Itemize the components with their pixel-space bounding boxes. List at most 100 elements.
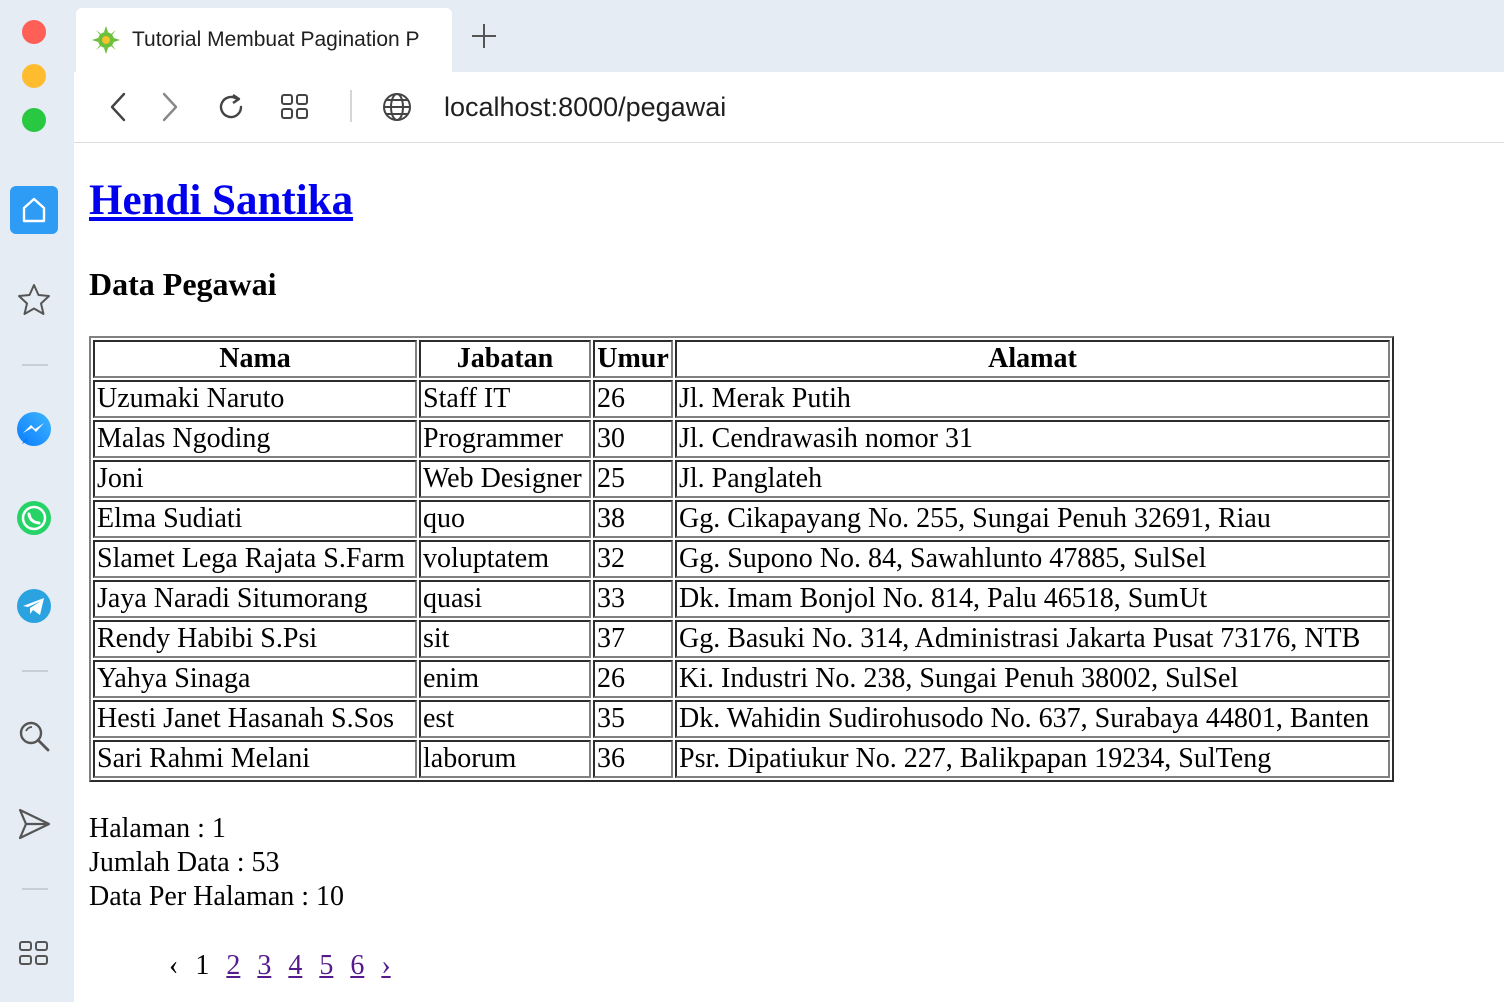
cell-alamat: Gg. Basuki No. 314, Administrasi Jakarta… bbox=[675, 620, 1390, 658]
sidebar-whatsapp-button[interactable] bbox=[10, 494, 58, 542]
forward-icon bbox=[162, 92, 178, 122]
table-header-row: Nama Jabatan Umur Alamat bbox=[93, 340, 1390, 378]
toolbar-divider bbox=[350, 90, 352, 122]
page-link-5[interactable]: 5 bbox=[319, 950, 333, 981]
cell-umur: 25 bbox=[593, 460, 673, 498]
sidebar-apps-button[interactable] bbox=[10, 930, 58, 978]
cell-alamat: Gg. Supono No. 84, Sawahlunto 47885, Sul… bbox=[675, 540, 1390, 578]
current-page-text: Halaman : 1 bbox=[89, 813, 226, 844]
browser-toolbar: localhost:8000/pegawai bbox=[74, 72, 1504, 143]
cell-alamat: Ki. Industri No. 238, Sungai Penuh 38002… bbox=[675, 660, 1390, 698]
column-header-umur: Umur bbox=[593, 340, 673, 378]
sidebar-messenger-button[interactable] bbox=[10, 406, 58, 454]
telegram-icon bbox=[17, 589, 51, 623]
tab-title: Tutorial Membuat Pagination P bbox=[132, 28, 420, 51]
per-page-text: Data Per Halaman : 10 bbox=[89, 881, 345, 912]
cell-nama: Slamet Lega Rajata S.Farm bbox=[93, 540, 417, 578]
prev-page-arrow: ‹ bbox=[169, 950, 179, 981]
forward-button[interactable] bbox=[152, 90, 186, 124]
sidebar-send-button[interactable] bbox=[10, 800, 58, 848]
maximize-window-button[interactable] bbox=[22, 108, 46, 132]
cell-jabatan: laborum bbox=[419, 740, 591, 778]
cell-alamat: Gg. Cikapayang No. 255, Sungai Penuh 326… bbox=[675, 500, 1390, 538]
cell-nama: Elma Sudiati bbox=[93, 500, 417, 538]
table-row: Jaya Naradi Situmorang quasi 33 Dk. Imam… bbox=[93, 580, 1390, 618]
site-info-button[interactable] bbox=[380, 90, 414, 124]
table-row: Uzumaki Naruto Staff IT 26 Jl. Merak Put… bbox=[93, 380, 1390, 418]
minimize-window-button[interactable] bbox=[22, 64, 46, 88]
current-page-number: 1 bbox=[195, 950, 210, 981]
page-link-4[interactable]: 4 bbox=[288, 950, 302, 981]
site-title: Hendi Santika bbox=[89, 176, 353, 225]
globe-icon bbox=[383, 93, 411, 121]
site-title-link[interactable]: Hendi Santika bbox=[89, 177, 353, 224]
table-row: Sari Rahmi Melani laborum 36 Psr. Dipati… bbox=[93, 740, 1390, 778]
favicon-icon bbox=[92, 26, 120, 54]
table-row: Joni Web Designer 25 Jl. Panglateh bbox=[93, 460, 1390, 498]
cell-nama: Uzumaki Naruto bbox=[93, 380, 417, 418]
pagination: ‹ 1 2 3 4 5 6 › bbox=[169, 950, 401, 982]
cell-jabatan: Staff IT bbox=[419, 380, 591, 418]
back-icon bbox=[110, 92, 126, 122]
reload-button[interactable] bbox=[214, 90, 248, 124]
next-page-link[interactable]: › bbox=[381, 950, 390, 981]
total-data-text: Jumlah Data : 53 bbox=[89, 847, 280, 878]
sidebar-telegram-button[interactable] bbox=[10, 582, 58, 630]
cell-umur: 36 bbox=[593, 740, 673, 778]
cell-umur: 26 bbox=[593, 380, 673, 418]
tabs-overview-button[interactable] bbox=[278, 90, 312, 124]
cell-nama: Rendy Habibi S.Psi bbox=[93, 620, 417, 658]
tab-active[interactable]: Tutorial Membuat Pagination P bbox=[76, 8, 452, 72]
cell-nama: Sari Rahmi Melani bbox=[93, 740, 417, 778]
cell-alamat: Dk. Imam Bonjol No. 814, Palu 46518, Sum… bbox=[675, 580, 1390, 618]
cell-nama: Joni bbox=[93, 460, 417, 498]
sidebar-search-button[interactable] bbox=[10, 712, 58, 760]
pagination-info: Halaman : 1 Jumlah Data : 53 Data Per Ha… bbox=[89, 812, 344, 914]
address-bar[interactable]: localhost:8000/pegawai bbox=[444, 92, 726, 123]
browser-sidebar bbox=[0, 0, 74, 1002]
cell-nama: Hesti Janet Hasanah S.Sos bbox=[93, 700, 417, 738]
cell-jabatan: est bbox=[419, 700, 591, 738]
new-tab-button[interactable] bbox=[468, 20, 500, 57]
sidebar-divider bbox=[22, 364, 48, 366]
cell-nama: Jaya Naradi Situmorang bbox=[93, 580, 417, 618]
messenger-icon bbox=[17, 412, 51, 446]
cell-jabatan: quasi bbox=[419, 580, 591, 618]
column-header-jabatan: Jabatan bbox=[419, 340, 591, 378]
page-link-6[interactable]: 6 bbox=[350, 950, 364, 981]
page-link-2[interactable]: 2 bbox=[226, 950, 240, 981]
sidebar-home-button[interactable] bbox=[10, 186, 58, 234]
cell-umur: 32 bbox=[593, 540, 673, 578]
cell-jabatan: sit bbox=[419, 620, 591, 658]
cell-umur: 33 bbox=[593, 580, 673, 618]
send-icon bbox=[18, 808, 51, 840]
cell-alamat: Dk. Wahidin Sudirohusodo No. 637, Suraba… bbox=[675, 700, 1390, 738]
column-header-nama: Nama bbox=[93, 340, 417, 378]
cell-jabatan: Programmer bbox=[419, 420, 591, 458]
whatsapp-icon bbox=[17, 501, 51, 535]
cell-jabatan: enim bbox=[419, 660, 591, 698]
sidebar-divider bbox=[22, 888, 48, 890]
page-link-3[interactable]: 3 bbox=[257, 950, 271, 981]
cell-umur: 37 bbox=[593, 620, 673, 658]
cell-jabatan: voluptatem bbox=[419, 540, 591, 578]
back-button[interactable] bbox=[102, 90, 136, 124]
cell-jabatan: Web Designer bbox=[419, 460, 591, 498]
home-icon bbox=[22, 197, 46, 223]
cell-umur: 26 bbox=[593, 660, 673, 698]
employee-table: Nama Jabatan Umur Alamat Uzumaki Naruto … bbox=[89, 336, 1394, 782]
cell-umur: 35 bbox=[593, 700, 673, 738]
table-row: Rendy Habibi S.Psi sit 37 Gg. Basuki No.… bbox=[93, 620, 1390, 658]
section-title: Data Pegawai bbox=[89, 266, 277, 302]
column-header-alamat: Alamat bbox=[675, 340, 1390, 378]
reload-icon bbox=[219, 94, 243, 119]
cell-alamat: Jl. Panglateh bbox=[675, 460, 1390, 498]
apps-icon bbox=[19, 941, 48, 965]
table-row: Elma Sudiati quo 38 Gg. Cikapayang No. 2… bbox=[93, 500, 1390, 538]
close-window-button[interactable] bbox=[22, 20, 46, 44]
sidebar-bookmarks-button[interactable] bbox=[10, 276, 58, 324]
cell-jabatan: quo bbox=[419, 500, 591, 538]
table-row: Hesti Janet Hasanah S.Sos est 35 Dk. Wah… bbox=[93, 700, 1390, 738]
sidebar-divider bbox=[22, 670, 48, 672]
star-icon bbox=[18, 284, 50, 315]
